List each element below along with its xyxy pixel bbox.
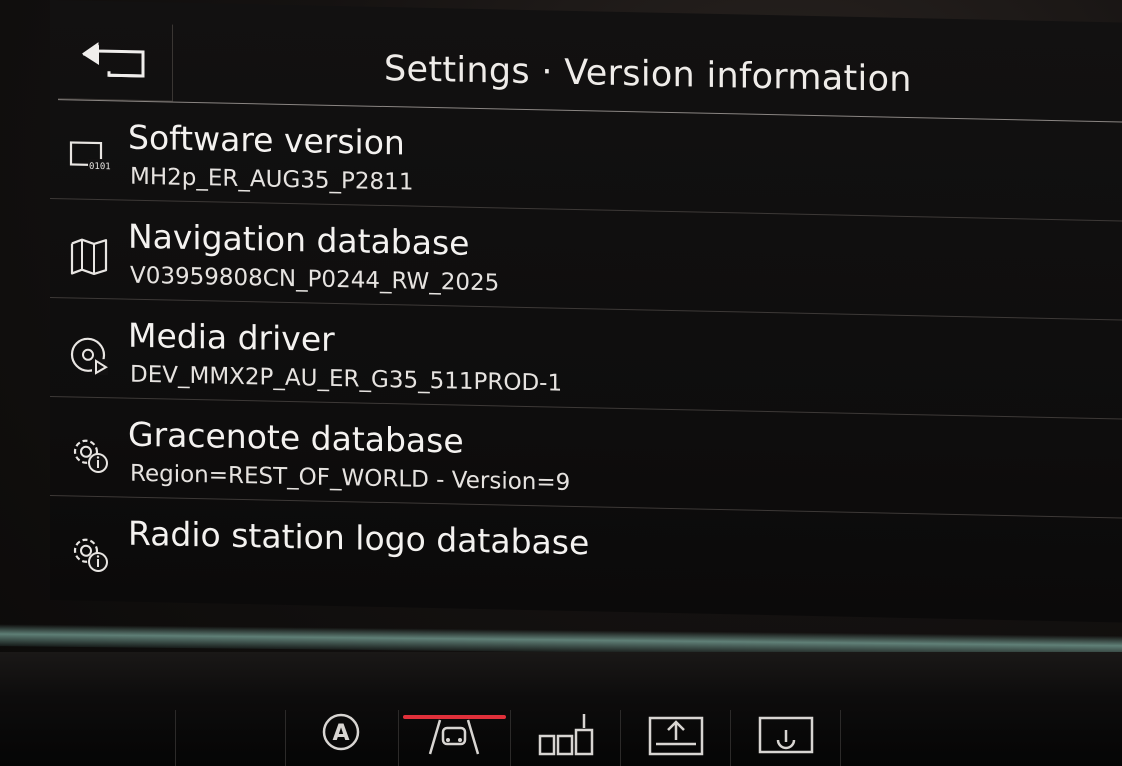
parking-button[interactable] [510, 710, 621, 766]
back-arrow-icon [82, 42, 145, 78]
item-value: V03959808CN_P0244_RW_2025 [130, 262, 500, 297]
hazard-settings-icon [648, 716, 704, 756]
item-value: DEV_MMX2P_AU_ER_G35_511PROD-1 [130, 361, 563, 397]
auto-start-stop-icon: A [322, 713, 360, 751]
item-label: Radio station logo database [128, 513, 590, 563]
hw-button-blank-left[interactable] [175, 710, 286, 766]
item-value: Region=REST_OF_WORLD - Version=9 [130, 460, 571, 496]
item-label: Navigation database [128, 216, 470, 263]
parking-icon [538, 714, 594, 756]
map-icon [70, 238, 108, 276]
hw-button-blank-right[interactable] [840, 710, 951, 766]
gear-info-icon [73, 538, 108, 573]
gear-info-icon [73, 439, 108, 474]
media-disc-icon [70, 337, 108, 376]
hardware-button-row: A [0, 700, 1122, 766]
screen-off-button[interactable] [730, 710, 841, 766]
screen-off-icon [758, 716, 814, 754]
version-list: 0101 Software version MH2p_ER_AUG35_P281… [50, 100, 1122, 616]
page-title: Settings · Version information [384, 48, 912, 101]
auto-start-stop-letter: A [332, 721, 349, 746]
settings-seat-button[interactable] [620, 710, 731, 766]
car-infotainment-display: Settings · Version information 0101 Soft… [0, 0, 1122, 766]
software-chip-icon: 0101 [69, 141, 111, 172]
svg-text:0101: 0101 [89, 162, 111, 172]
auto-start-stop-button[interactable]: A [285, 710, 396, 766]
item-value: MH2p_ER_AUG35_P2811 [130, 163, 414, 196]
item-label: Media driver [128, 315, 335, 359]
item-label: Gracenote database [128, 414, 464, 461]
driver-assist-button[interactable] [398, 710, 509, 766]
item-label: Software version [128, 117, 405, 163]
back-button[interactable] [58, 22, 173, 102]
screen: Settings · Version information 0101 Soft… [50, 0, 1122, 623]
driver-assist-icon [428, 719, 480, 755]
